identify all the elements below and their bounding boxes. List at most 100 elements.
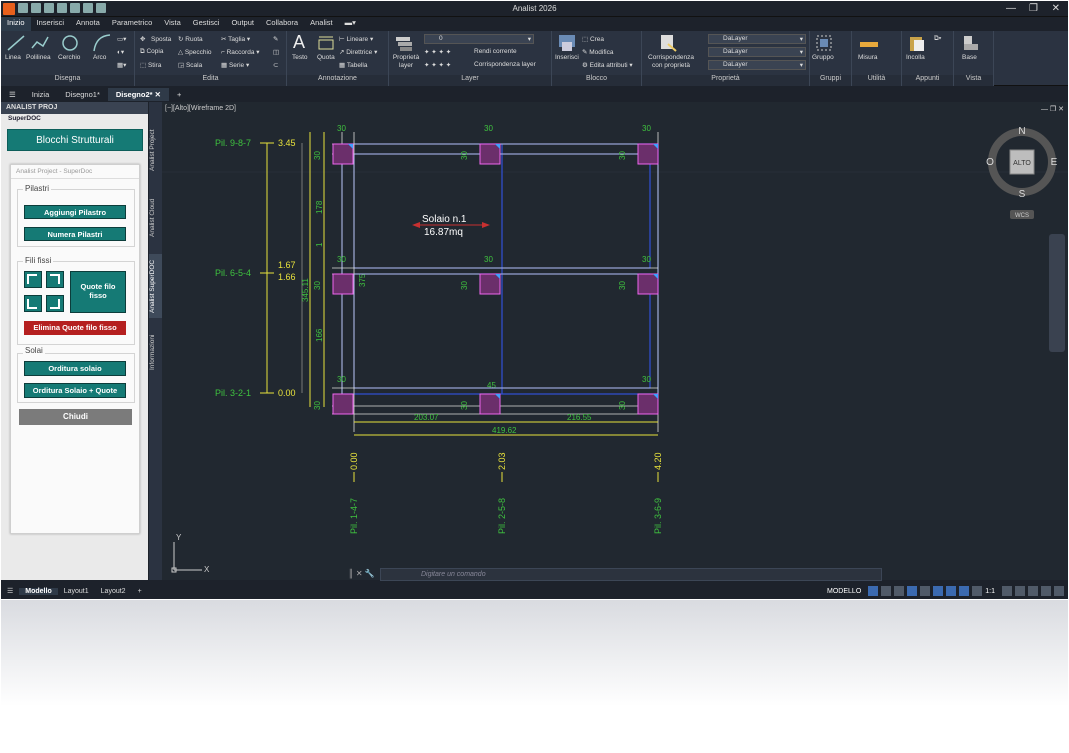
layer-combo[interactable]: 0 ▾ — [424, 34, 534, 44]
menu-vista[interactable]: Vista — [158, 17, 187, 31]
menu-annota[interactable]: Annota — [70, 17, 106, 31]
copy-clip-icon[interactable]: ⧉▾ — [934, 35, 941, 43]
menu-gestisci[interactable]: Gestisci — [187, 17, 226, 31]
copia-button[interactable]: ⧉ Copia — [140, 48, 163, 56]
lineare-button[interactable]: ⊢ Lineare ▾ — [339, 35, 373, 43]
add-layout-icon[interactable]: + — [132, 588, 148, 595]
blocchi-strutturali-button[interactable]: Blocchi Strutturali — [7, 129, 143, 151]
edita-attributi-button[interactable]: ⚙ Edita attributi ▾ — [582, 61, 633, 69]
tab-informazioni[interactable]: Informazioni — [149, 330, 162, 374]
corrispondenza-proprieta-button[interactable]: Corrispondenza con proprietà — [645, 54, 697, 70]
direttrice-button[interactable]: ↗ Direttrice ▾ — [339, 48, 377, 56]
layer-tools-icon[interactable]: ✦ ✦ ✦ ✦ — [424, 48, 451, 56]
command-input[interactable]: Digitare un comando — [380, 568, 882, 581]
corrispondenza-layer-button[interactable]: Corrispondenza layer — [474, 61, 536, 68]
close-icon[interactable]: ✕ — [155, 90, 161, 99]
tabella-button[interactable]: ▦ Tabella — [339, 61, 367, 69]
modifica-button[interactable]: ✎ Modifica — [582, 48, 613, 56]
chiudi-button[interactable]: Chiudi — [19, 409, 132, 425]
gear-icon[interactable] — [1002, 586, 1012, 596]
close-icon[interactable]: ✕ — [1052, 3, 1060, 14]
quota-button[interactable]: Quota — [317, 54, 335, 61]
polilinea-button[interactable]: Polilinea — [26, 54, 51, 61]
tab-analist-cloud[interactable]: Analist Cloud — [149, 196, 162, 240]
fullscreen-icon[interactable] — [1041, 586, 1051, 596]
menu-parametrico[interactable]: Parametrico — [106, 17, 158, 31]
tab-disegno1[interactable]: Disegno1* — [57, 88, 108, 101]
drawing-area[interactable]: [−][Alto][Wireframe 2D] — ❐ ✕ Pil. 9-8-7… — [162, 102, 1068, 581]
tab-analist-superdoc[interactable]: Analist SuperDOC — [149, 254, 162, 318]
corner-top-right-button[interactable] — [46, 271, 64, 288]
menu-output[interactable]: Output — [225, 17, 260, 31]
explode-icon[interactable]: ◫ — [273, 48, 279, 56]
menu-analist[interactable]: Analist — [304, 17, 339, 31]
corner-bottom-right-button[interactable] — [46, 295, 64, 312]
menu-collabora[interactable]: Collabora — [260, 17, 304, 31]
hamburger-icon[interactable]: ☰ — [1, 587, 19, 595]
proprieta-layer-button[interactable]: Proprietà layer — [392, 54, 420, 70]
testo-button[interactable]: Testo — [292, 54, 308, 61]
numera-pilastri-button[interactable]: Numera Pilastri — [24, 227, 126, 241]
specchio-button[interactable]: △ Specchio — [178, 48, 212, 56]
isolate-icon[interactable] — [1028, 586, 1038, 596]
ortho-icon[interactable] — [894, 586, 905, 596]
minimize-icon[interactable]: — — [1006, 3, 1016, 14]
serie-button[interactable]: ▦ Serie ▾ — [221, 61, 249, 69]
crea-button[interactable]: ⬚ Crea — [582, 35, 604, 43]
sposta-button[interactable]: ✥ Sposta — [140, 35, 171, 44]
customize-icon[interactable] — [1054, 586, 1064, 596]
corner-top-left-button[interactable] — [24, 271, 42, 288]
cerchio-button[interactable]: Cerchio — [58, 54, 80, 61]
new-tab-icon[interactable]: + — [169, 88, 189, 101]
color-combo[interactable]: DaLayer ▾ — [708, 34, 806, 44]
otrack-icon[interactable] — [933, 586, 944, 596]
snap-icon[interactable] — [881, 586, 892, 596]
rendi-corrente-button[interactable]: Rendi corrente — [474, 48, 517, 55]
gruppo-button[interactable]: Gruppo — [812, 54, 834, 61]
annotation-icon[interactable] — [959, 586, 970, 596]
restore-icon[interactable]: ❐ — [1029, 3, 1038, 14]
quote-filo-fisso-button[interactable]: Quote filo fisso — [70, 271, 126, 313]
menu-inserisci[interactable]: Inserisci — [31, 17, 71, 31]
annotation-visibility-icon[interactable] — [972, 586, 983, 596]
linetype-combo[interactable]: DaLayer ▾ — [708, 47, 806, 57]
menu-inizio[interactable]: Inizio — [1, 17, 31, 31]
polar-icon[interactable] — [907, 586, 918, 596]
plus-icon[interactable] — [1015, 586, 1025, 596]
grid-icon[interactable] — [868, 586, 879, 596]
misura-button[interactable]: Misura — [858, 54, 878, 61]
menu-extra-icon[interactable]: ▬▾ — [339, 17, 362, 31]
navigation-bar[interactable] — [1049, 234, 1065, 352]
raccorda-button[interactable]: ⌐ Raccorda ▾ — [221, 48, 260, 56]
arco-button[interactable]: Arco — [93, 54, 106, 61]
tab-disegno2[interactable]: Disegno2* ✕ — [107, 87, 169, 101]
scala-button[interactable]: ◲ Scala — [178, 61, 202, 69]
scale-button[interactable]: 1:1 — [985, 588, 995, 595]
viewcube[interactable]: ALTO N S E O WCS — [986, 126, 1058, 219]
ruota-button[interactable]: ↻ Ruota — [178, 35, 203, 43]
tab-layout1[interactable]: Layout1 — [58, 588, 95, 595]
rectangle-icon[interactable]: ▭▾ — [117, 35, 126, 43]
hamburger-icon[interactable]: ☰ — [1, 88, 24, 101]
stira-button[interactable]: ⬚ Stira — [140, 61, 161, 69]
base-button[interactable]: Base — [962, 54, 977, 61]
gradient-icon[interactable]: ▦▾ — [117, 61, 126, 69]
inserisci-button[interactable]: Inserisci — [555, 54, 579, 61]
hatch-icon[interactable]: ◐▾ — [117, 48, 124, 56]
incolla-button[interactable]: Incolla — [906, 54, 925, 61]
model-space-button[interactable]: MODELLO — [827, 588, 861, 595]
lineweight-icon[interactable] — [946, 586, 957, 596]
orditura-solaio-button[interactable]: Orditura solaio — [24, 361, 126, 376]
corner-bottom-left-button[interactable] — [24, 295, 42, 312]
tab-modello[interactable]: Modello — [19, 587, 58, 595]
linea-button[interactable]: Linea — [5, 54, 21, 61]
tab-inizia[interactable]: Inizia — [24, 88, 58, 101]
osnap-icon[interactable] — [920, 586, 931, 596]
offset-icon[interactable]: ⊂ — [273, 61, 278, 69]
orditura-quote-button[interactable]: Orditura Solaio + Quote — [24, 383, 126, 398]
lineweight-combo[interactable]: DaLayer ▾ — [708, 60, 806, 70]
aggiungi-pilastro-button[interactable]: Aggiungi Pilastro — [24, 205, 126, 219]
elimina-quote-button[interactable]: Elimina Quote filo fisso — [24, 321, 126, 335]
layer-tools2-icon[interactable]: ✦ ✦ ✦ ✦ — [424, 61, 451, 69]
cmd-icons[interactable]: ║ ✕ 🔧 — [348, 569, 375, 578]
